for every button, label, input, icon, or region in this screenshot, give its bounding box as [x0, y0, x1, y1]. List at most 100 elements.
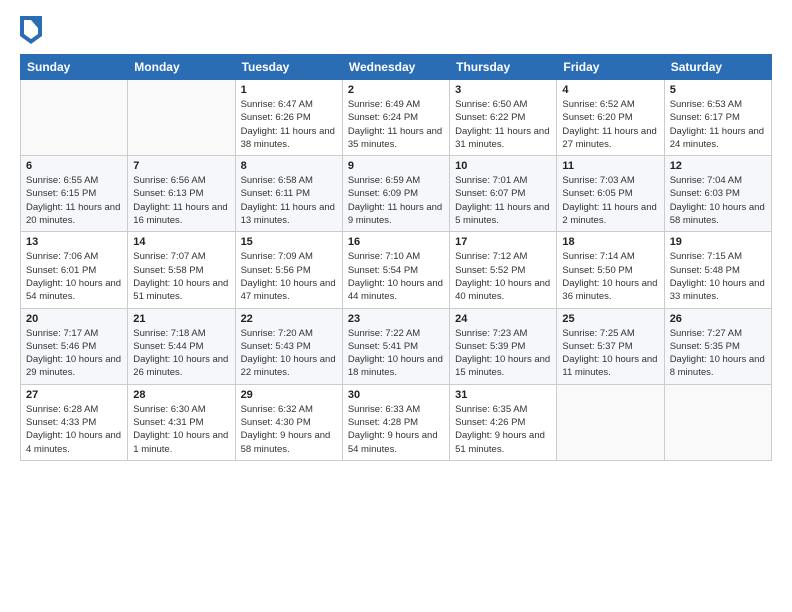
week-row-4: 20 Sunrise: 7:17 AM Sunset: 5:46 PM Dayli… [21, 308, 772, 384]
weekday-thursday: Thursday [450, 55, 557, 80]
day-number: 22 [241, 313, 337, 325]
day-cell: 1 Sunrise: 6:47 AM Sunset: 6:26 PM Daylig… [235, 80, 342, 156]
day-cell: 7 Sunrise: 6:56 AM Sunset: 6:13 PM Daylig… [128, 156, 235, 232]
day-detail: Sunrise: 7:23 AM Sunset: 5:39 PM Dayligh… [455, 327, 551, 380]
day-cell: 25 Sunrise: 7:25 AM Sunset: 5:37 PM Dayli… [557, 308, 664, 384]
day-number: 11 [562, 160, 658, 172]
day-number: 21 [133, 313, 229, 325]
day-detail: Sunrise: 7:17 AM Sunset: 5:46 PM Dayligh… [26, 327, 122, 380]
day-detail: Sunrise: 6:30 AM Sunset: 4:31 PM Dayligh… [133, 403, 229, 456]
day-number: 7 [133, 160, 229, 172]
day-cell: 22 Sunrise: 7:20 AM Sunset: 5:43 PM Dayli… [235, 308, 342, 384]
day-detail: Sunrise: 6:35 AM Sunset: 4:26 PM Dayligh… [455, 403, 551, 456]
day-cell: 29 Sunrise: 6:32 AM Sunset: 4:30 PM Dayli… [235, 384, 342, 460]
day-detail: Sunrise: 7:10 AM Sunset: 5:54 PM Dayligh… [348, 250, 444, 303]
day-number: 31 [455, 389, 551, 401]
day-detail: Sunrise: 6:32 AM Sunset: 4:30 PM Dayligh… [241, 403, 337, 456]
day-number: 25 [562, 313, 658, 325]
day-cell: 13Sunrise: 7:06 AM Sunset: 6:01 PM Dayli… [21, 232, 128, 308]
day-detail: Sunrise: 6:50 AM Sunset: 6:22 PM Dayligh… [455, 98, 551, 151]
day-cell: 24 Sunrise: 7:23 AM Sunset: 5:39 PM Dayli… [450, 308, 557, 384]
day-number: 19 [670, 236, 766, 248]
day-cell: 16 Sunrise: 7:10 AM Sunset: 5:54 PM Dayli… [342, 232, 449, 308]
day-cell [664, 384, 771, 460]
day-detail: Sunrise: 7:20 AM Sunset: 5:43 PM Dayligh… [241, 327, 337, 380]
day-number: 5 [670, 84, 766, 96]
day-detail: Sunrise: 6:56 AM Sunset: 6:13 PM Dayligh… [133, 174, 229, 227]
day-number: 24 [455, 313, 551, 325]
day-number: 16 [348, 236, 444, 248]
day-number: 14 [133, 236, 229, 248]
day-number: 30 [348, 389, 444, 401]
day-number: 3 [455, 84, 551, 96]
day-number: 1 [241, 84, 337, 96]
day-number: 2 [348, 84, 444, 96]
day-cell: 26Sunrise: 7:27 AM Sunset: 5:35 PM Dayli… [664, 308, 771, 384]
day-detail: Sunrise: 7:25 AM Sunset: 5:37 PM Dayligh… [562, 327, 658, 380]
header [20, 16, 772, 44]
day-number: 27 [26, 389, 122, 401]
day-detail: Sunrise: 7:14 AM Sunset: 5:50 PM Dayligh… [562, 250, 658, 303]
day-cell: 14 Sunrise: 7:07 AM Sunset: 5:58 PM Dayli… [128, 232, 235, 308]
day-cell: 23 Sunrise: 7:22 AM Sunset: 5:41 PM Dayli… [342, 308, 449, 384]
day-cell: 18 Sunrise: 7:14 AM Sunset: 5:50 PM Dayli… [557, 232, 664, 308]
day-cell: 19 Sunrise: 7:15 AM Sunset: 5:48 PM Dayli… [664, 232, 771, 308]
day-cell: 31 Sunrise: 6:35 AM Sunset: 4:26 PM Dayli… [450, 384, 557, 460]
weekday-header-row: SundayMondayTuesdayWednesdayThursdayFrid… [21, 55, 772, 80]
day-cell: 11Sunrise: 7:03 AM Sunset: 6:05 PM Dayli… [557, 156, 664, 232]
day-cell: 8Sunrise: 6:58 AM Sunset: 6:11 PM Daylig… [235, 156, 342, 232]
day-number: 6 [26, 160, 122, 172]
day-detail: Sunrise: 6:28 AM Sunset: 4:33 PM Dayligh… [26, 403, 122, 456]
day-number: 17 [455, 236, 551, 248]
weekday-friday: Friday [557, 55, 664, 80]
day-detail: Sunrise: 6:47 AM Sunset: 6:26 PM Dayligh… [241, 98, 337, 151]
day-cell [128, 80, 235, 156]
day-detail: Sunrise: 7:18 AM Sunset: 5:44 PM Dayligh… [133, 327, 229, 380]
day-detail: Sunrise: 7:09 AM Sunset: 5:56 PM Dayligh… [241, 250, 337, 303]
day-cell: 3 Sunrise: 6:50 AM Sunset: 6:22 PM Daylig… [450, 80, 557, 156]
day-cell: 28Sunrise: 6:30 AM Sunset: 4:31 PM Dayli… [128, 384, 235, 460]
day-cell: 17 Sunrise: 7:12 AM Sunset: 5:52 PM Dayli… [450, 232, 557, 308]
day-detail: Sunrise: 7:27 AM Sunset: 5:35 PM Dayligh… [670, 327, 766, 380]
day-cell: 21 Sunrise: 7:18 AM Sunset: 5:44 PM Dayli… [128, 308, 235, 384]
day-cell: 20 Sunrise: 7:17 AM Sunset: 5:46 PM Dayli… [21, 308, 128, 384]
week-row-5: 27 Sunrise: 6:28 AM Sunset: 4:33 PM Dayli… [21, 384, 772, 460]
day-number: 23 [348, 313, 444, 325]
calendar: SundayMondayTuesdayWednesdayThursdayFrid… [20, 54, 772, 461]
day-number: 12 [670, 160, 766, 172]
weekday-sunday: Sunday [21, 55, 128, 80]
page: SundayMondayTuesdayWednesdayThursdayFrid… [0, 0, 792, 612]
day-number: 4 [562, 84, 658, 96]
day-detail: Sunrise: 7:04 AM Sunset: 6:03 PM Dayligh… [670, 174, 766, 227]
logo [20, 16, 44, 44]
day-number: 18 [562, 236, 658, 248]
day-cell: 2Sunrise: 6:49 AM Sunset: 6:24 PM Daylig… [342, 80, 449, 156]
day-detail: Sunrise: 7:01 AM Sunset: 6:07 PM Dayligh… [455, 174, 551, 227]
day-cell: 15 Sunrise: 7:09 AM Sunset: 5:56 PM Dayli… [235, 232, 342, 308]
day-cell: 12 Sunrise: 7:04 AM Sunset: 6:03 PM Dayli… [664, 156, 771, 232]
day-detail: Sunrise: 7:22 AM Sunset: 5:41 PM Dayligh… [348, 327, 444, 380]
day-cell: 9Sunrise: 6:59 AM Sunset: 6:09 PM Daylig… [342, 156, 449, 232]
weekday-monday: Monday [128, 55, 235, 80]
weekday-saturday: Saturday [664, 55, 771, 80]
day-number: 10 [455, 160, 551, 172]
day-number: 9 [348, 160, 444, 172]
logo-icon [20, 16, 42, 44]
day-cell: 4 Sunrise: 6:52 AM Sunset: 6:20 PM Daylig… [557, 80, 664, 156]
day-number: 29 [241, 389, 337, 401]
day-cell: 5Sunrise: 6:53 AM Sunset: 6:17 PM Daylig… [664, 80, 771, 156]
day-detail: Sunrise: 7:07 AM Sunset: 5:58 PM Dayligh… [133, 250, 229, 303]
day-detail: Sunrise: 6:52 AM Sunset: 6:20 PM Dayligh… [562, 98, 658, 151]
day-detail: Sunrise: 7:12 AM Sunset: 5:52 PM Dayligh… [455, 250, 551, 303]
day-detail: Sunrise: 7:15 AM Sunset: 5:48 PM Dayligh… [670, 250, 766, 303]
week-row-2: 6 Sunrise: 6:55 AM Sunset: 6:15 PM Daylig… [21, 156, 772, 232]
day-detail: Sunrise: 7:06 AM Sunset: 6:01 PM Dayligh… [26, 250, 122, 303]
day-number: 15 [241, 236, 337, 248]
day-number: 20 [26, 313, 122, 325]
day-detail: Sunrise: 6:55 AM Sunset: 6:15 PM Dayligh… [26, 174, 122, 227]
weekday-wednesday: Wednesday [342, 55, 449, 80]
weekday-tuesday: Tuesday [235, 55, 342, 80]
day-cell: 10 Sunrise: 7:01 AM Sunset: 6:07 PM Dayli… [450, 156, 557, 232]
day-cell: 6 Sunrise: 6:55 AM Sunset: 6:15 PM Daylig… [21, 156, 128, 232]
day-cell [557, 384, 664, 460]
